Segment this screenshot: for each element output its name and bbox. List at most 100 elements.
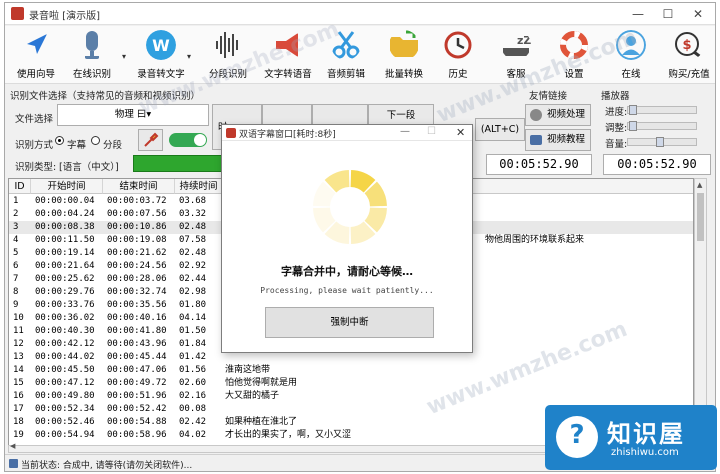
cell-start: 00:00:21.64 [35, 261, 95, 271]
title-bar: 录音啦 [演示版] — ☐ ✕ [5, 3, 715, 25]
scrollbar-thumb[interactable] [697, 193, 704, 241]
table-row[interactable]: 15 00:00:47.12 00:00:49.72 02.60 怕他觉得啊就是用 [9, 377, 693, 390]
svg-text:$: $ [682, 38, 691, 53]
dialog-maximize-button[interactable]: ☐ [427, 126, 436, 137]
column-header-end[interactable]: 结束时间 [103, 179, 175, 194]
cell-start: 00:00:52.34 [35, 404, 95, 414]
microphone-icon [85, 31, 99, 59]
svg-text:zZ: zZ [517, 34, 531, 47]
current-time-display: 00:05:52.90 [486, 154, 592, 175]
cell-start: 00:00:44.02 [35, 352, 95, 362]
table-row[interactable]: 16 00:00:49.80 00:00:51.96 02.16 大又甜的橘子 [9, 390, 693, 403]
dialog-minimize-button[interactable]: — [400, 126, 410, 137]
toolbar-history-button[interactable]: 历史 [429, 28, 487, 82]
cell-start: 00:00:08.38 [35, 222, 95, 232]
file-select-dropdown[interactable]: 物理 曰▾ [57, 104, 209, 126]
mode-subtitle-label: 字幕 [67, 140, 87, 151]
video-process-button[interactable]: 视频处理 [525, 104, 591, 126]
history-icon [444, 31, 472, 59]
cell-id: 9 [13, 300, 19, 310]
mode-segment-radio[interactable] [91, 136, 100, 145]
cell-duration: 02.98 [179, 287, 207, 297]
w-logo-icon: W [146, 30, 176, 60]
status-icon [9, 459, 18, 468]
dialog-close-button[interactable]: ✕ [456, 126, 465, 139]
toolbar-online-recognition-button[interactable]: 在线识别 [63, 28, 121, 82]
cell-start: 00:00:42.12 [35, 339, 95, 349]
cell-id: 6 [13, 261, 19, 271]
adjust-slider[interactable] [627, 121, 697, 131]
column-header-start[interactable]: 开始时间 [31, 179, 103, 194]
cell-start: 00:00:11.50 [35, 235, 95, 245]
volume-label: 音量: [605, 139, 628, 150]
adjust-label: 调整: [605, 123, 628, 134]
cell-start: 00:00:36.02 [35, 313, 95, 323]
recognition-type-label: 识别类型: [15, 162, 57, 173]
maximize-button[interactable]: ☐ [653, 3, 683, 25]
cell-duration: 02.42 [179, 417, 207, 427]
cell-end: 00:00:10.86 [107, 222, 167, 232]
payment-icon: $ [675, 32, 703, 60]
cell-start: 00:00:29.76 [35, 287, 95, 297]
cell-duration: 01.80 [179, 300, 207, 310]
cell-end: 00:00:58.96 [107, 430, 167, 440]
table-row[interactable]: 14 00:00:45.50 00:00:47.06 01.56 淮南这地带 [9, 364, 693, 377]
cell-end: 00:00:43.96 [107, 339, 167, 349]
cell-text: 物他周围的环境联系起来 [485, 235, 585, 245]
cell-id: 16 [13, 391, 24, 401]
close-button[interactable]: ✕ [683, 3, 713, 25]
cell-duration: 02.92 [179, 261, 207, 271]
video-tutorial-button[interactable]: 视频教程 [525, 129, 591, 151]
toggle-switch[interactable] [169, 133, 207, 147]
cell-end: 00:00:52.42 [107, 404, 167, 414]
chevron-down-icon[interactable]: ▾ [187, 52, 191, 61]
camera-icon [530, 135, 542, 145]
status-text: 当前状态: 合成中, 请等待(请勿关闭软件)... [21, 461, 193, 471]
logo-url: zhishiwu.com [611, 447, 679, 458]
cell-start: 00:00:54.94 [35, 430, 95, 440]
cell-end: 00:00:28.06 [107, 274, 167, 284]
toolbar-audio-to-text-button[interactable]: W 录音转文字 [132, 28, 190, 82]
cell-end: 00:00:03.72 [107, 196, 167, 206]
cell-duration: 01.42 [179, 352, 207, 362]
scroll-up-icon[interactable]: ▲ [697, 181, 702, 189]
cell-end: 00:00:35.56 [107, 300, 167, 310]
minimize-button[interactable]: — [623, 3, 653, 25]
cell-duration: 00.08 [179, 404, 207, 414]
cell-end: 00:00:40.16 [107, 313, 167, 323]
dialog-title-bar: 双语字幕窗口[耗时:8秒] — ☐ ✕ [222, 125, 472, 141]
volume-slider[interactable] [627, 137, 697, 147]
cell-text: 大又甜的橘子 [225, 391, 280, 401]
cell-text: 怕他觉得啊就是用 [225, 378, 298, 388]
cell-duration: 02.48 [179, 248, 207, 258]
chevron-down-icon[interactable]: ▾ [122, 52, 126, 61]
wrench-icon [143, 132, 158, 147]
cell-end: 00:00:07.56 [107, 209, 167, 219]
column-header-id[interactable]: ID [9, 179, 31, 194]
cell-end: 00:00:19.08 [107, 235, 167, 245]
progress-bar [133, 155, 229, 172]
cell-duration: 01.56 [179, 365, 207, 375]
scroll-left-icon[interactable]: ◀ [10, 442, 15, 450]
cell-duration: 01.84 [179, 339, 207, 349]
cell-duration: 07.58 [179, 235, 207, 245]
subtitle-merge-dialog: 双语字幕窗口[耗时:8秒] — ☐ ✕ 字幕合并中，请耐心等候… Process… [221, 124, 473, 353]
segment-shortcut-button[interactable]: (ALT+C) [475, 118, 525, 141]
mode-subtitle-radio[interactable] [55, 136, 64, 145]
force-stop-button[interactable]: 强制中断 [265, 307, 434, 338]
cell-duration: 02.16 [179, 391, 207, 401]
cell-text: 淮南这地带 [225, 365, 271, 375]
progress-slider[interactable] [627, 105, 697, 115]
cell-end: 00:00:21.62 [107, 248, 167, 258]
dialog-title: 双语字幕窗口[耗时:8秒] [239, 130, 336, 140]
cell-id: 12 [13, 339, 24, 349]
cell-id: 17 [13, 404, 24, 414]
cell-id: 14 [13, 365, 24, 375]
toolbar-purchase-button[interactable]: $ 购买/充值 [660, 28, 715, 82]
cell-end: 00:00:32.74 [107, 287, 167, 297]
cell-duration: 02.48 [179, 222, 207, 232]
total-time-display: 00:05:52.90 [603, 154, 711, 175]
tools-button[interactable] [138, 129, 163, 151]
dialog-message: 字幕合并中，请耐心等候… [281, 265, 413, 278]
column-header-duration[interactable]: 持续时间 [175, 179, 223, 194]
